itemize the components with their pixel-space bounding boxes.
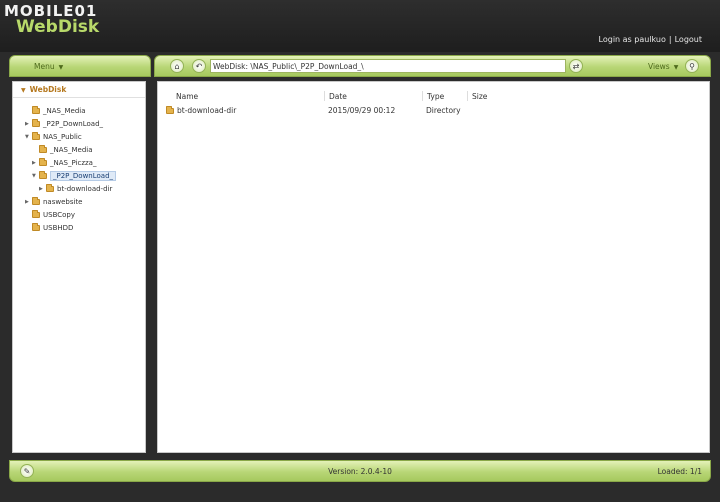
chevron-down-icon: ▼ (673, 64, 679, 71)
folder-icon (32, 209, 40, 218)
folder-icon (39, 157, 47, 166)
chevron-down-icon[interactable]: ▼ (32, 173, 39, 179)
search-button[interactable]: ⚲ (685, 59, 699, 73)
folder-icon (32, 131, 40, 140)
tree-item-selected[interactable]: ▼ _P2P_DownLoad_ (32, 170, 117, 181)
folder-icon (32, 105, 40, 114)
menu-label: Menu (34, 62, 55, 71)
toolbar: ⌂ ↶ ⇄ Views▼ ⚲ (154, 55, 711, 77)
tree-item-label: _NAS_Media (43, 106, 86, 115)
login-separator: | (668, 35, 672, 44)
back-button[interactable]: ↶ (192, 59, 206, 73)
tree-item-label: naswebsite (43, 197, 83, 206)
file-row[interactable]: bt-download-dir 2015/09/29 00:12 Directo… (166, 106, 696, 117)
chevron-down-icon: ▼ (21, 87, 26, 94)
home-button[interactable]: ⌂ (170, 59, 184, 73)
folder-icon (32, 118, 40, 127)
folder-icon (46, 183, 54, 192)
chevron-down-icon[interactable]: ▼ (25, 134, 32, 140)
column-divider (467, 91, 468, 101)
refresh-button[interactable]: ⇄ (569, 59, 583, 73)
app-logo: WebDisk (16, 17, 100, 37)
views-button[interactable]: Views ▼ (648, 62, 678, 71)
column-header-size[interactable]: Size (472, 92, 487, 101)
file-type: Directory (426, 106, 461, 115)
chevron-right-icon[interactable]: ▶ (39, 186, 46, 192)
tree-item[interactable]: USBHDD (25, 222, 73, 233)
file-date: 2015/09/29 00:12 (328, 106, 396, 115)
version-text: Version: 2.0.4-10 (328, 467, 392, 476)
tree-root[interactable]: ▼ WebDisk (21, 85, 66, 94)
refresh-icon: ⇄ (572, 61, 580, 71)
app-header: MOBILE01 WebDisk Login as paulkuo | Logout (0, 0, 720, 52)
chevron-right-icon[interactable]: ▶ (25, 199, 32, 205)
tree-item-label: bt-download-dir (57, 184, 113, 193)
views-label: Views (648, 62, 670, 71)
folder-tree-pane: ▼ WebDisk _NAS_Media ▶ _P2P_DownLoad_ ▼ NAS… (12, 81, 146, 453)
column-divider (422, 91, 423, 101)
menu-button[interactable]: Menu ▼ (34, 62, 63, 71)
folder-icon (32, 196, 40, 205)
tree-item[interactable]: ▶ _NAS_Piczza_ (32, 157, 96, 168)
folder-icon (166, 106, 174, 114)
folder-icon (39, 170, 47, 179)
tree-root-label: WebDisk (29, 85, 67, 94)
tree-item[interactable]: USBCopy (25, 209, 75, 220)
status-bar: ✎ Version: 2.0.4-10 Loaded: 1/1 (9, 460, 711, 482)
menu-bar: Menu ▼ (9, 55, 151, 77)
path-input[interactable] (210, 59, 566, 73)
tree-item-label: USBCopy (43, 210, 76, 219)
tree-item[interactable]: ▶ _P2P_DownLoad_ (25, 118, 103, 129)
tree-item-label: _P2P_DownLoad_ (50, 170, 117, 181)
tree-item[interactable]: ▼ NAS_Public (25, 131, 82, 142)
tree-item-label: _NAS_Piczza_ (50, 158, 97, 167)
column-header-type[interactable]: Type (427, 92, 444, 101)
folder-icon (32, 222, 40, 231)
logout-link[interactable]: Logout (675, 35, 702, 44)
tree-item[interactable]: ▶ bt-download-dir (39, 183, 112, 194)
tree-item-label: USBHDD (43, 223, 74, 232)
search-icon: ⚲ (689, 61, 695, 71)
home-icon: ⌂ (174, 61, 180, 71)
login-area: Login as paulkuo | Logout (599, 35, 702, 44)
column-divider (324, 91, 325, 101)
tree-item[interactable]: _NAS_Media (25, 105, 86, 116)
back-icon: ↶ (195, 61, 203, 71)
tree-item[interactable]: _NAS_Media (32, 144, 93, 155)
login-user-text: Login as paulkuo (598, 35, 666, 44)
chevron-right-icon[interactable]: ▶ (32, 160, 39, 166)
chevron-down-icon: ▼ (58, 64, 64, 71)
file-list-pane: Name Date Type Size bt-download-dir 2015… (157, 81, 710, 453)
tree-divider (13, 97, 145, 98)
loaded-count: Loaded: 1/1 (657, 467, 702, 476)
column-header-date[interactable]: Date (329, 92, 347, 101)
folder-icon (39, 144, 47, 153)
tree-item-label: _P2P_DownLoad_ (43, 119, 104, 128)
column-header-name[interactable]: Name (176, 92, 198, 101)
tree-item[interactable]: ▶ naswebsite (25, 196, 83, 207)
chevron-right-icon[interactable]: ▶ (25, 121, 32, 127)
file-name: bt-download-dir (177, 106, 237, 115)
tree-item-label: NAS_Public (43, 132, 82, 141)
tree-item-label: _NAS_Media (50, 145, 93, 154)
